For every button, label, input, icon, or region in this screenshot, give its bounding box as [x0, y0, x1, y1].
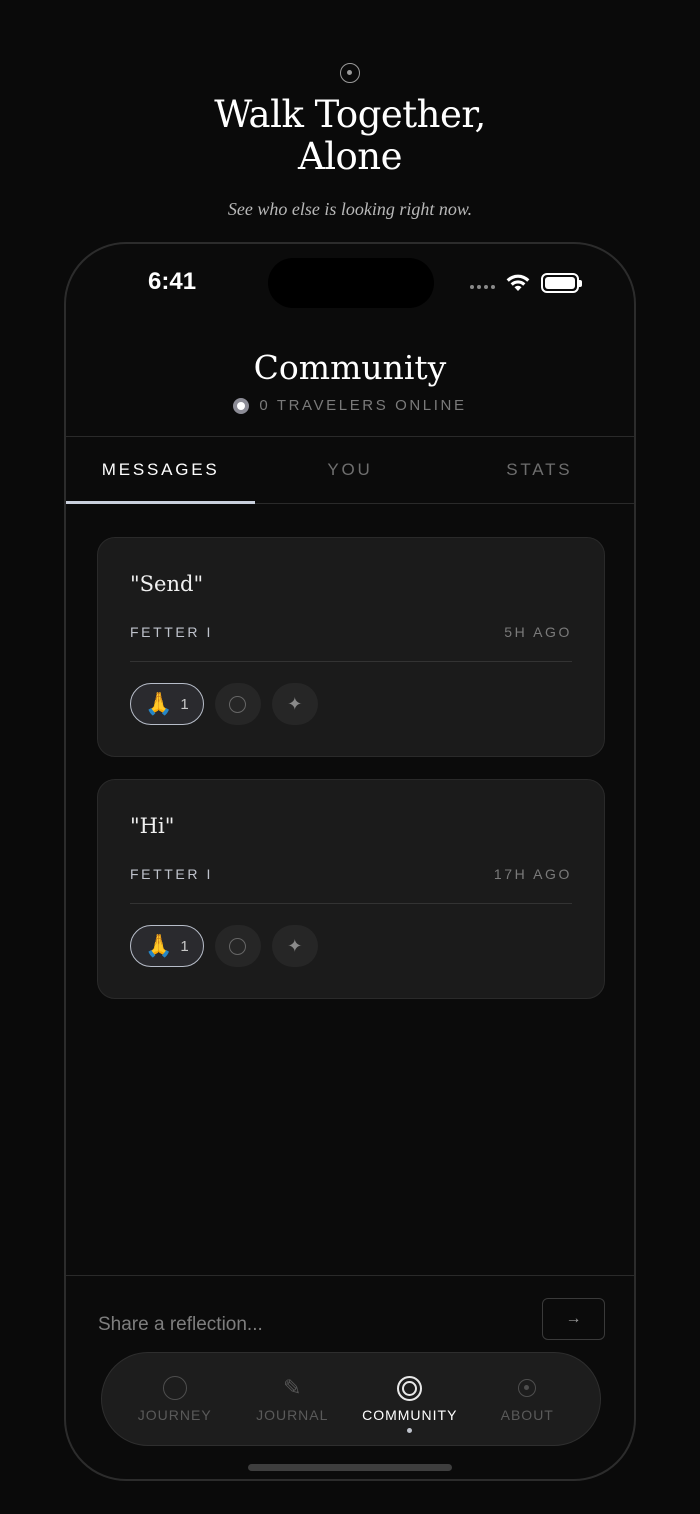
pray-reaction-button[interactable]: 🙏 1	[130, 925, 204, 967]
pray-reaction-button[interactable]: 🙏 1	[130, 683, 204, 725]
online-indicator: 0 TRAVELERS ONLINE	[66, 397, 634, 414]
battery-icon	[541, 273, 582, 293]
message-text: "Send"	[130, 572, 204, 596]
pencil-icon: ✎	[283, 1375, 302, 1400]
nav-label: COMMUNITY	[362, 1407, 458, 1423]
hero-title: Walk Together, Alone	[0, 94, 700, 178]
send-button[interactable]: →	[542, 1298, 605, 1340]
pray-icon: 🙏	[145, 691, 173, 716]
reaction-count: 1	[180, 937, 189, 955]
sparkle-icon: ✦	[287, 935, 303, 956]
sparkle-reaction-button[interactable]: ✦	[271, 925, 318, 967]
dot-circle-icon	[340, 63, 360, 83]
tab-stats[interactable]: STATS	[445, 437, 634, 503]
page: Walk Together, Alone See who else is loo…	[0, 0, 700, 1514]
phone-frame: 6:41 Community 0 TRAVELERS ONLINE MESSAG…	[64, 242, 636, 1481]
screen-title: Community	[253, 348, 447, 387]
message-text: "Hi"	[130, 814, 175, 838]
message-card: "Send" FETTER I 5H AGO 🙏 1 ✦	[97, 537, 605, 757]
message-author: FETTER I	[130, 866, 214, 882]
active-indicator	[407, 1428, 413, 1433]
bottom-nav: JOURNEY ✎ JOURNAL COMMUNITY ABOUT	[101, 1352, 601, 1446]
tab-bar: MESSAGES YOU STATS	[66, 436, 634, 504]
nav-item-community[interactable]: COMMUNITY	[355, 1375, 465, 1433]
arrow-right-icon: →	[565, 1310, 582, 1327]
circle-icon	[229, 695, 247, 713]
status-time: 6:41	[148, 268, 197, 295]
nav-label: JOURNEY	[137, 1407, 212, 1423]
signal-icon	[470, 285, 495, 289]
circle-icon	[229, 937, 247, 955]
reaction-bar: 🙏 1 ✦	[130, 683, 318, 725]
hero-title-line-1: Walk Together,	[214, 93, 486, 136]
reaction-count: 1	[180, 695, 189, 713]
pray-icon: 🙏	[145, 933, 173, 958]
circle-reaction-button[interactable]	[214, 683, 261, 725]
nav-item-journal[interactable]: ✎ JOURNAL	[237, 1375, 347, 1423]
nav-label: JOURNAL	[256, 1407, 329, 1423]
home-indicator	[248, 1464, 452, 1471]
double-ring-icon	[397, 1375, 423, 1401]
hero-title-line-2: Alone	[297, 135, 403, 178]
message-time: 17H AGO	[493, 866, 572, 882]
circle-reaction-button[interactable]	[214, 925, 261, 967]
nav-item-about[interactable]: ABOUT	[472, 1375, 582, 1423]
divider	[130, 661, 572, 662]
dot-circle-icon	[518, 1379, 537, 1397]
message-card: "Hi" FETTER I 17H AGO 🙏 1 ✦	[97, 779, 605, 999]
tab-you[interactable]: YOU	[255, 437, 444, 503]
reflection-input[interactable]	[98, 1310, 518, 1340]
hero-subtitle: See who else is looking right now.	[227, 199, 473, 219]
sparkle-icon: ✦	[287, 693, 303, 714]
nav-label: ABOUT	[500, 1407, 554, 1423]
tab-messages[interactable]: MESSAGES	[66, 437, 256, 504]
message-time: 5H AGO	[504, 624, 572, 640]
wifi-icon	[506, 274, 530, 291]
divider	[130, 903, 572, 904]
sparkle-reaction-button[interactable]: ✦	[271, 683, 318, 725]
dynamic-island	[268, 258, 434, 308]
status-icons	[470, 270, 582, 296]
nav-item-journey[interactable]: JOURNEY	[120, 1375, 230, 1423]
online-count: 0 TRAVELERS ONLINE	[259, 397, 467, 414]
online-dot-icon	[233, 397, 250, 414]
circle-icon	[162, 1376, 187, 1400]
reaction-bar: 🙏 1 ✦	[130, 925, 318, 967]
message-author: FETTER I	[130, 624, 214, 640]
